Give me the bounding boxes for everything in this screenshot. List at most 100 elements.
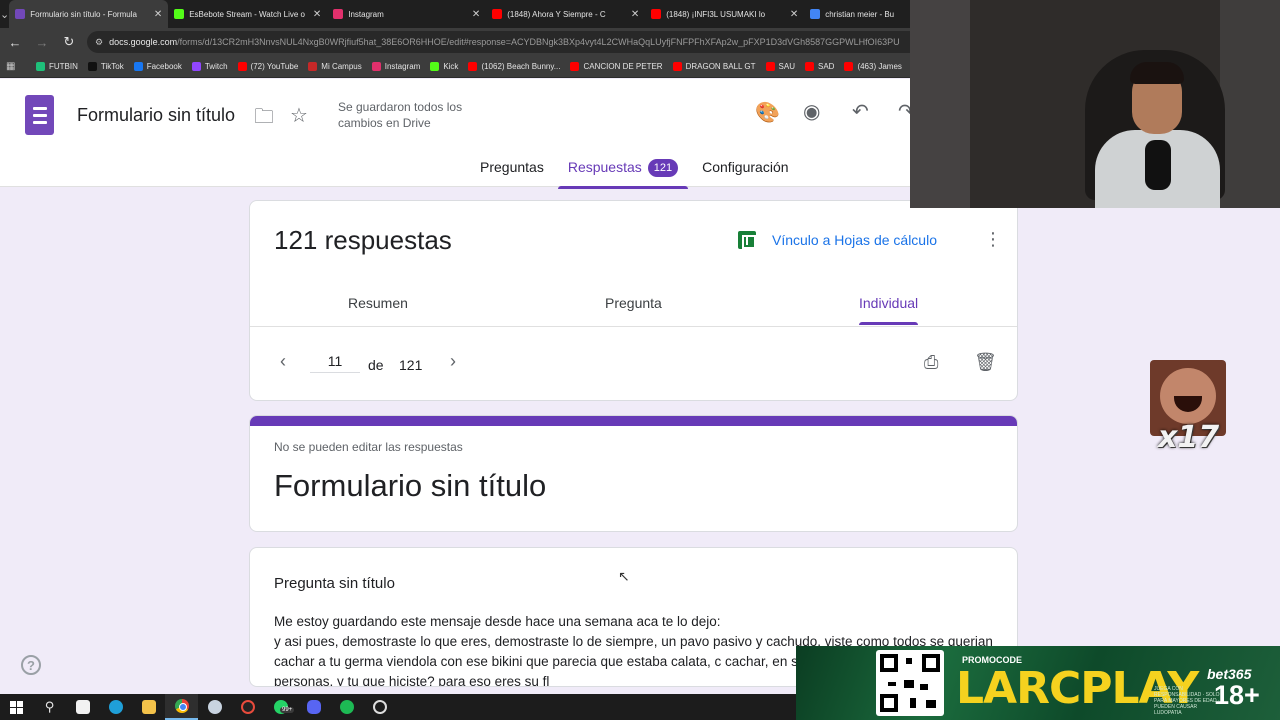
- tab-summary[interactable]: Resumen: [348, 295, 408, 311]
- bookmark-item[interactable]: Instagram: [371, 62, 421, 71]
- document-title[interactable]: Formulario sin título: [77, 105, 235, 126]
- webcam-wall: [910, 0, 970, 208]
- tab-favicon-icon: [333, 9, 344, 19]
- response-number-input[interactable]: [310, 353, 360, 373]
- no-edit-notice: No se pueden editar las respuestas: [274, 440, 463, 454]
- browser-tab[interactable]: (1848) ¡INFI3L USUMAKI lo ✕: [645, 0, 804, 28]
- close-tab-icon[interactable]: ✕: [472, 9, 480, 20]
- bookmark-favicon-icon: [672, 62, 682, 71]
- spotify-icon[interactable]: [330, 694, 363, 720]
- whatsapp-icon[interactable]: 99+: [264, 694, 297, 720]
- form-tabs: Preguntas Respuestas 121 Configuración: [480, 159, 813, 189]
- tab-settings[interactable]: Configuración: [702, 159, 788, 187]
- bookmark-item[interactable]: Kick: [430, 62, 458, 71]
- tab-favicon-icon: [810, 9, 821, 19]
- bookmark-item[interactable]: Mi Campus: [308, 62, 362, 71]
- bookmark-label: Instagram: [384, 62, 421, 71]
- forward-icon[interactable]: →: [30, 35, 54, 50]
- pager-of-label: de: [368, 357, 384, 373]
- bookmark-label: (72) YouTube: [250, 62, 299, 71]
- obs-icon[interactable]: [363, 694, 396, 720]
- palette-icon[interactable]: 🎨: [755, 103, 780, 123]
- tab-title: (1848) ¡INFI3L USUMAKI lo: [666, 9, 766, 19]
- tab-title: Formulario sin título - Formula: [30, 9, 137, 19]
- site-info-icon[interactable]: ⚙: [95, 37, 103, 48]
- edge-icon[interactable]: [99, 694, 132, 720]
- link-to-sheets-button[interactable]: Vínculo a Hojas de cálculo: [738, 231, 937, 249]
- bookmark-label: SAD: [817, 62, 835, 71]
- forms-logo-icon[interactable]: [25, 95, 54, 135]
- app-icon-1[interactable]: [198, 694, 231, 720]
- tab-search-icon[interactable]: ⌄: [0, 0, 9, 28]
- tab-individual[interactable]: Individual: [859, 295, 919, 325]
- browser-toolbar: ← → ↻ ⚙ docs.google.com/forms/d/13CR2mH3…: [0, 28, 910, 56]
- reload-icon[interactable]: ↻: [57, 34, 81, 50]
- undo-icon[interactable]: ↶: [852, 102, 869, 122]
- sheets-icon: [738, 231, 756, 249]
- tab-favicon-icon: [174, 9, 185, 19]
- forms-header: Formulario sin título 🗀 ☆ Se guardaron t…: [0, 79, 915, 189]
- help-icon[interactable]: ?: [21, 655, 41, 675]
- folder-icon[interactable]: 🗀: [254, 107, 274, 127]
- taskbar: ⚲ 99+: [0, 694, 796, 720]
- tab-favicon-icon: [492, 9, 503, 19]
- bookmark-favicon-icon: [844, 62, 854, 71]
- print-icon[interactable]: ⎙: [924, 352, 938, 373]
- tab-question[interactable]: Pregunta: [605, 295, 662, 311]
- bookmark-favicon-icon: [430, 62, 440, 71]
- close-tab-icon[interactable]: ✕: [631, 9, 639, 20]
- response-pager: ‹ de 121 › ⎙ 🗑: [250, 327, 1017, 401]
- close-tab-icon[interactable]: ✕: [313, 9, 321, 20]
- chrome-taskbar-icon[interactable]: [165, 694, 198, 720]
- tab-questions[interactable]: Preguntas: [480, 159, 544, 187]
- back-icon[interactable]: ←: [3, 35, 27, 50]
- bookmark-item[interactable]: Twitch: [191, 62, 228, 71]
- bookmark-item[interactable]: SAD: [804, 62, 835, 71]
- browser-tab[interactable]: (1848) Ahora Y Siempre - C ✕: [486, 0, 645, 28]
- bookmark-item[interactable]: TikTok: [87, 62, 124, 71]
- browser-tab[interactable]: Formulario sin título - Formula ✕: [9, 0, 169, 28]
- next-response-icon[interactable]: ›: [450, 351, 456, 372]
- file-explorer-icon[interactable]: [132, 694, 165, 720]
- tab-question-label: Pregunta: [605, 295, 662, 311]
- apps-grid-icon[interactable]: ▦: [6, 61, 26, 72]
- webcam-person-hair: [1130, 62, 1184, 84]
- bookmark-label: SAU: [778, 62, 795, 71]
- bookmark-item[interactable]: CANCION DE PETER: [570, 62, 663, 71]
- browser-tab[interactable]: EsBebote Stream - Watch Live o ✕: [168, 0, 327, 28]
- close-tab-icon[interactable]: ✕: [790, 9, 798, 20]
- bookmark-item[interactable]: FUTBIN: [36, 62, 78, 71]
- more-options-icon[interactable]: ⋮: [984, 229, 1002, 250]
- bookmark-label: CANCION DE PETER: [583, 62, 663, 71]
- bookmark-item[interactable]: (72) YouTube: [237, 62, 299, 71]
- app-icon-2[interactable]: [231, 694, 264, 720]
- discord-icon[interactable]: [297, 694, 330, 720]
- close-tab-icon[interactable]: ✕: [154, 9, 162, 20]
- bookmark-favicon-icon: [765, 62, 775, 71]
- delete-response-icon[interactable]: 🗑: [974, 352, 997, 373]
- preview-eye-icon[interactable]: ◉: [803, 102, 820, 122]
- url-path: /forms/d/13CR2mH3NnvsNUL4NxgB0WRjfiuf5ha…: [177, 37, 900, 47]
- bookmark-item[interactable]: (1062) Beach Bunny...: [468, 62, 560, 71]
- star-icon[interactable]: ☆: [290, 106, 308, 126]
- qr-code-icon: [876, 650, 944, 716]
- bookmark-item[interactable]: DRAGON BALL GT: [672, 62, 756, 71]
- tab-responses[interactable]: Respuestas 121: [557, 159, 689, 189]
- bookmark-item[interactable]: Facebook: [133, 62, 182, 71]
- accent-bar: [250, 416, 1017, 426]
- bookmark-list: FUTBIN TikTok Facebook Twitch (72) YouTube Mi…: [26, 62, 902, 71]
- address-bar[interactable]: ⚙ docs.google.com/forms/d/13CR2mH3NnvsNU…: [87, 31, 910, 53]
- previous-response-icon[interactable]: ‹: [280, 351, 286, 372]
- form-title-card: No se pueden editar las respuestas Formu…: [249, 415, 1018, 532]
- bookmark-favicon-icon: [468, 62, 478, 71]
- tab-title: Instagram: [348, 9, 384, 19]
- bookmark-item[interactable]: SAU: [765, 62, 795, 71]
- search-icon[interactable]: ⚲: [33, 694, 66, 720]
- bookmark-item[interactable]: (463) James: [844, 62, 902, 71]
- tab-settings-label: Configuración: [702, 159, 789, 175]
- store-icon[interactable]: [66, 694, 99, 720]
- browser-tab[interactable]: Instagram ✕: [327, 0, 486, 28]
- start-windows-icon[interactable]: [0, 694, 33, 720]
- bookmark-favicon-icon: [36, 62, 45, 71]
- question-title: Pregunta sin título: [274, 575, 395, 592]
